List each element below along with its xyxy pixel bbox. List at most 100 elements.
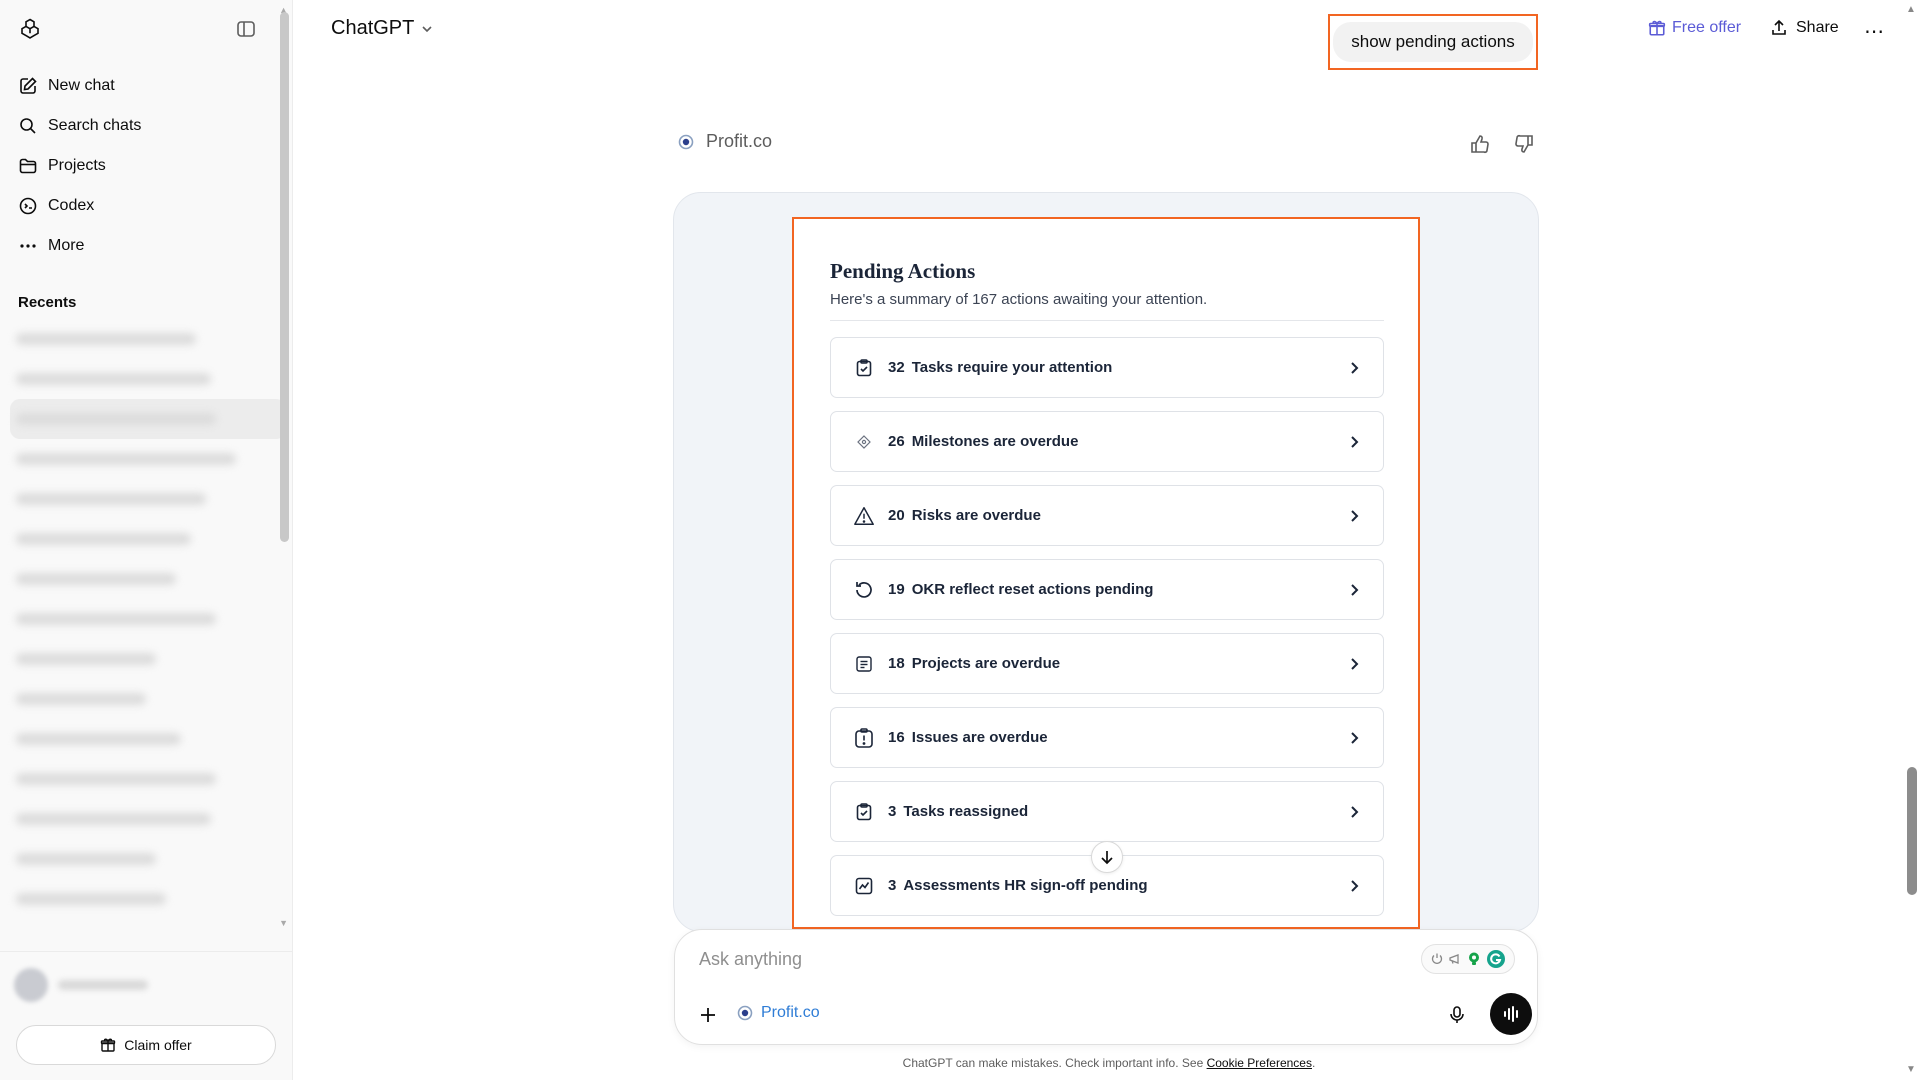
- project-icon: [853, 653, 875, 675]
- dots-icon: [20, 244, 36, 248]
- chevron-down-icon: [422, 25, 432, 32]
- list-item[interactable]: [16, 479, 280, 519]
- list-item[interactable]: [16, 519, 280, 559]
- user-profile[interactable]: [14, 968, 148, 1002]
- bulb-icon[interactable]: [1466, 951, 1482, 967]
- sidebar-item-codex[interactable]: Codex: [8, 186, 284, 226]
- action-label: Tasks require your attention: [911, 359, 1113, 376]
- action-milestones-overdue[interactable]: 26 Milestones are overdue: [830, 411, 1384, 472]
- sidebar-item-projects[interactable]: Projects: [8, 146, 284, 186]
- grammarly-icon[interactable]: [1486, 949, 1506, 969]
- page-scroll-down-icon[interactable]: ▼: [1906, 1064, 1916, 1075]
- action-risks-overdue[interactable]: 20 Risks are overdue: [830, 485, 1384, 546]
- user-message: show pending actions: [1333, 22, 1533, 62]
- power-icon[interactable]: [1430, 952, 1444, 966]
- action-label: Milestones are overdue: [911, 433, 1079, 450]
- sidebar-item-label: Codex: [48, 197, 95, 214]
- action-count: 20: [888, 507, 905, 524]
- action-count: 32: [888, 359, 905, 376]
- list-item[interactable]: [16, 319, 280, 359]
- gift-icon: [1648, 20, 1666, 36]
- thumbs-down-icon[interactable]: [1513, 133, 1535, 160]
- avatar: [14, 968, 48, 1002]
- page-scroll-up-icon[interactable]: ▲: [1906, 4, 1916, 15]
- app-attribution: Profit.co: [678, 131, 772, 152]
- action-tasks-attention[interactable]: 32 Tasks require your attention: [830, 337, 1384, 398]
- prompt-input[interactable]: [699, 949, 1379, 970]
- action-label: Issues are overdue: [911, 729, 1048, 746]
- top-header: ChatGPT show pending actions Free offer …: [293, 0, 1898, 70]
- reset-icon: [853, 579, 875, 601]
- sidebar-item-label: New chat: [48, 77, 115, 94]
- user-message-highlight: show pending actions: [1328, 14, 1538, 70]
- selected-app-chip[interactable]: Profit.co: [737, 1004, 820, 1022]
- action-label: Projects are overdue: [911, 655, 1061, 672]
- action-issues-overdue[interactable]: 16 Issues are overdue: [830, 707, 1384, 768]
- chevron-right-icon: [1351, 657, 1359, 670]
- profitco-logo-icon: [678, 134, 694, 149]
- action-label: Risks are overdue: [911, 507, 1041, 524]
- share-icon: [1772, 19, 1786, 35]
- sidebar-item-search-chats[interactable]: Search chats: [8, 106, 284, 146]
- megaphone-icon[interactable]: [1448, 952, 1462, 966]
- sidebar: New chat Search chats Projects Codex Mor…: [0, 0, 293, 1080]
- list-item[interactable]: [16, 359, 280, 399]
- share-button[interactable]: Share: [1770, 19, 1839, 37]
- action-count: 3: [888, 877, 897, 894]
- openai-logo-icon[interactable]: [18, 17, 42, 41]
- page-scrollbar[interactable]: [1907, 767, 1917, 895]
- gift-icon: [101, 1038, 116, 1052]
- dictate-button[interactable]: [1444, 1002, 1470, 1028]
- sidebar-nav: New chat Search chats Projects Codex Mor…: [0, 66, 292, 266]
- list-item[interactable]: [16, 799, 280, 839]
- disclaimer-period: .: [1311, 1056, 1316, 1070]
- action-tasks-reassigned[interactable]: 3 Tasks reassigned: [830, 781, 1384, 842]
- action-okr-reset[interactable]: 19 OKR reflect reset actions pending: [830, 559, 1384, 620]
- free-offer-label: Free offer: [1672, 19, 1742, 36]
- list-item[interactable]: [16, 599, 280, 639]
- add-attachment-button[interactable]: [693, 1000, 723, 1030]
- sidebar-item-new-chat[interactable]: New chat: [8, 66, 284, 106]
- card-subtitle: Here's a summary of 167 actions awaiting…: [830, 291, 1208, 308]
- action-count: 19: [888, 581, 905, 598]
- codex-icon: [19, 197, 37, 215]
- folder-icon: [19, 158, 37, 174]
- waveform-icon: [1504, 1006, 1518, 1022]
- chevron-right-icon: [1351, 583, 1359, 596]
- model-selector[interactable]: ChatGPT: [331, 17, 434, 40]
- list-item[interactable]: [16, 759, 280, 799]
- pending-actions-card: Pending Actions Here's a summary of 167 …: [792, 217, 1420, 929]
- list-item[interactable]: [16, 719, 280, 759]
- scroll-to-bottom-button[interactable]: [1091, 841, 1123, 873]
- sidebar-item-label: Projects: [48, 157, 106, 174]
- list-item[interactable]: [16, 679, 280, 719]
- list-item[interactable]: [16, 559, 280, 599]
- cookie-preferences-link[interactable]: Cookie Preferences: [1207, 1056, 1312, 1070]
- disclaimer-text: ChatGPT can make mistakes. Check importa…: [902, 1056, 1207, 1070]
- sidebar-toggle-icon[interactable]: [236, 19, 256, 39]
- thumbs-up-icon[interactable]: [1469, 133, 1491, 160]
- list-item[interactable]: [16, 439, 280, 479]
- list-item[interactable]: [16, 639, 280, 679]
- card-title: Pending Actions: [830, 259, 976, 283]
- disclaimer: ChatGPT can make mistakes. Check importa…: [0, 1056, 1920, 1070]
- model-name: ChatGPT: [331, 17, 415, 39]
- sidebar-item-more[interactable]: More: [8, 226, 284, 266]
- composer: Profit.co: [674, 929, 1538, 1045]
- extension-toolbar: [1421, 944, 1515, 974]
- free-offer-button[interactable]: Free offer: [1648, 19, 1741, 37]
- issue-icon: [853, 727, 875, 749]
- app-widget: Pending Actions Here's a summary of 167 …: [673, 192, 1539, 932]
- more-options-icon[interactable]: ⋯: [1864, 19, 1885, 44]
- recents-list: [0, 319, 292, 919]
- chevron-right-icon: [1351, 805, 1359, 818]
- action-projects-overdue[interactable]: 18 Projects are overdue: [830, 633, 1384, 694]
- task-icon: [853, 801, 875, 823]
- profile-name: [58, 980, 148, 990]
- list-item[interactable]: [16, 839, 280, 879]
- list-item[interactable]: [16, 879, 280, 919]
- voice-mode-button[interactable]: [1490, 993, 1532, 1035]
- list-item[interactable]: [10, 399, 286, 439]
- scroll-down-icon[interactable]: ▼: [279, 918, 288, 928]
- sidebar-scrollbar[interactable]: [280, 12, 289, 542]
